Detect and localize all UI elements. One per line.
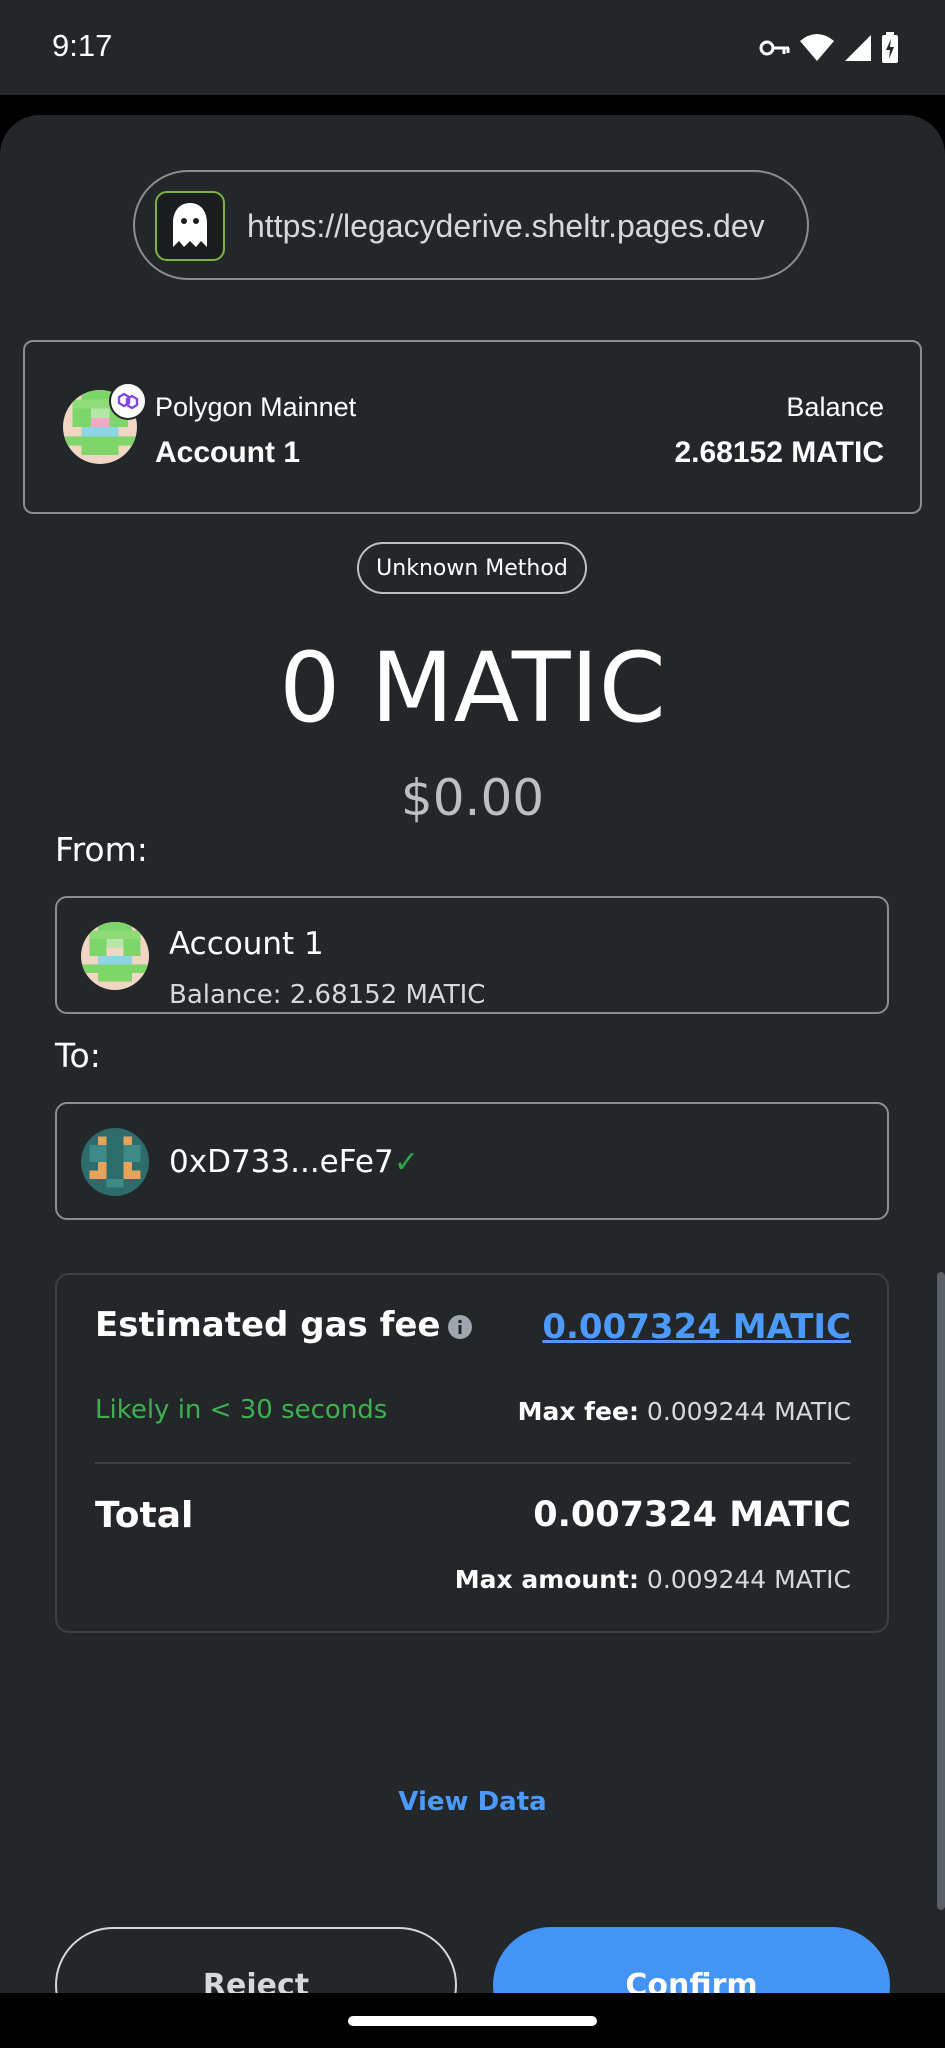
balance-value: 2.68152 MATIC	[674, 436, 884, 469]
gas-fee-card: Estimated gas fee 0.007324 MATIC Likely …	[55, 1273, 889, 1633]
status-bar: 9:17	[0, 0, 945, 95]
polygon-network-icon	[109, 382, 147, 420]
cellular-signal-icon	[845, 35, 871, 61]
home-gesture-handle[interactable]	[348, 2016, 597, 2026]
fiat-amount: $0.00	[400, 769, 545, 827]
gas-fee-title-text: Estimated gas fee	[95, 1305, 441, 1345]
scrollbar[interactable]	[937, 1272, 945, 1910]
max-amount: Max amount: 0.009244 MATIC	[455, 1565, 851, 1594]
view-data-link[interactable]: View Data	[0, 1787, 945, 1817]
view-data-text[interactable]: View Data	[398, 1787, 546, 1817]
max-fee-label: Max fee:	[517, 1397, 639, 1426]
network-name: Polygon Mainnet	[155, 392, 357, 422]
max-amount-value: 0.009244 MATIC	[646, 1565, 851, 1594]
battery-charging-icon	[882, 32, 898, 63]
account-name: Account 1	[155, 436, 301, 469]
site-favicon	[155, 191, 225, 261]
to-address-avatar	[81, 1128, 149, 1196]
account-network-card: Polygon Mainnet Account 1 Balance 2.6815…	[23, 340, 922, 514]
verified-check-icon: ✓	[393, 1145, 419, 1180]
confirmation-sheet: https://legacyderive.sheltr.pages.dev Po…	[0, 115, 945, 2043]
from-account-name: Account 1	[169, 926, 324, 962]
status-time: 9:17	[52, 28, 113, 63]
site-url: https://legacyderive.sheltr.pages.dev	[247, 208, 765, 244]
from-account-box[interactable]: Account 1 Balance: 2.68152 MATIC	[55, 896, 889, 1014]
info-icon[interactable]	[447, 1314, 473, 1340]
gas-timing-estimate: Likely in < 30 seconds	[95, 1395, 388, 1425]
total-label: Total	[95, 1495, 194, 1536]
from-account-avatar	[81, 922, 149, 990]
balance-label: Balance	[786, 392, 884, 422]
method-badge: Unknown Method	[357, 542, 587, 594]
site-origin-pill: https://legacyderive.sheltr.pages.dev	[133, 170, 809, 280]
from-account-balance: Balance: 2.68152 MATIC	[169, 980, 486, 1010]
gas-fee-title: Estimated gas fee	[95, 1305, 473, 1345]
gas-fee-value-link[interactable]: 0.007324 MATIC	[542, 1307, 851, 1347]
status-icons	[759, 30, 899, 66]
max-fee: Max fee: 0.009244 MATIC	[518, 1397, 851, 1426]
navigation-bar	[0, 1993, 945, 2048]
key-icon	[759, 40, 790, 56]
max-amount-label: Max amount:	[454, 1565, 639, 1594]
transaction-amount: 0 MATIC	[279, 632, 666, 744]
to-address[interactable]: 0xD733...eFe7✓	[169, 1144, 419, 1180]
to-label: To:	[55, 1036, 101, 1075]
total-value: 0.007324 MATIC	[533, 1495, 851, 1535]
to-address-text: 0xD733...eFe7	[169, 1144, 394, 1180]
gas-divider	[95, 1462, 851, 1464]
max-fee-value: 0.009244 MATIC	[646, 1397, 851, 1426]
wifi-icon	[800, 34, 834, 61]
ghost-icon	[173, 203, 207, 247]
from-label: From:	[55, 830, 148, 869]
to-address-box[interactable]: 0xD733...eFe7✓	[55, 1102, 889, 1220]
